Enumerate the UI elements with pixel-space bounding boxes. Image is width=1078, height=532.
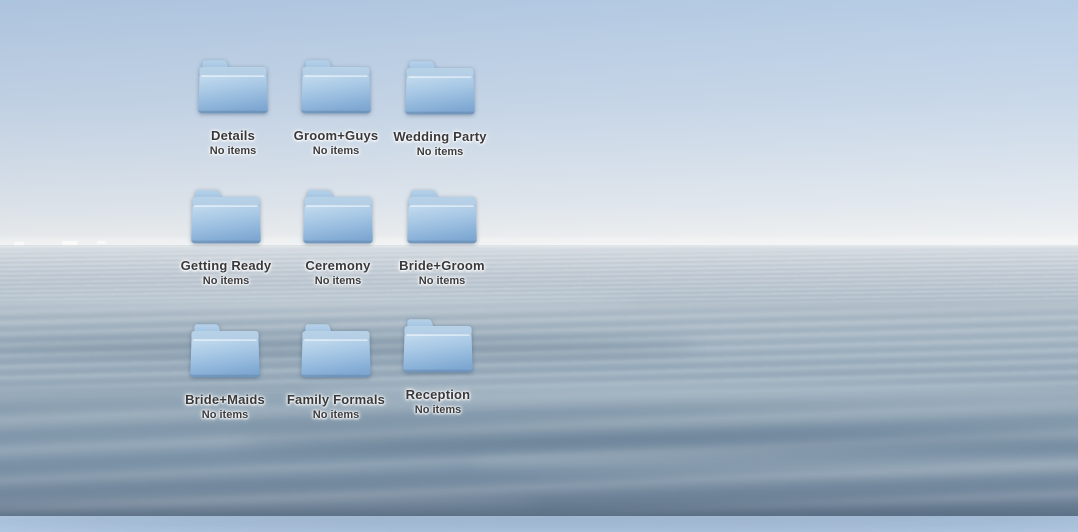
folder-item-count: No items (210, 145, 256, 158)
blue-folder-icon[interactable] (402, 59, 478, 117)
blue-folder-icon[interactable] (298, 322, 374, 380)
folder-item-wedding-party[interactable]: Wedding Party No items (385, 59, 495, 159)
blue-folder-icon[interactable] (187, 322, 263, 380)
blue-folder-icon[interactable] (195, 58, 271, 116)
blue-folder-icon[interactable] (400, 317, 476, 375)
folder-item-ceremony[interactable]: Ceremony No items (283, 188, 393, 288)
horizon-haze (0, 235, 1078, 245)
distant-ship-icon (97, 241, 106, 244)
folder-item-count: No items (313, 145, 359, 158)
folder-label: Getting Ready (181, 258, 272, 273)
blue-folder-icon[interactable] (298, 58, 374, 116)
folder-label: Reception (406, 387, 471, 402)
sky-gradient (0, 0, 1078, 246)
sea-wallpaper (0, 0, 1078, 516)
folder-item-count: No items (417, 146, 463, 159)
folder-item-bride-groom[interactable]: Bride+Groom No items (387, 188, 497, 288)
distant-ship-icon (14, 242, 24, 245)
folder-label: Groom+Guys (294, 128, 379, 143)
folder-item-reception[interactable]: Reception No items (383, 317, 493, 417)
blue-folder-icon[interactable] (188, 188, 264, 246)
folder-item-count: No items (419, 275, 465, 288)
folder-item-count: No items (203, 275, 249, 288)
folder-label: Family Formals (287, 392, 385, 407)
folder-label: Ceremony (305, 258, 370, 273)
folder-label: Bride+Maids (185, 392, 265, 407)
blue-folder-icon[interactable] (300, 188, 376, 246)
folder-item-count: No items (202, 409, 248, 422)
folder-item-count: No items (415, 404, 461, 417)
folder-label: Wedding Party (393, 129, 486, 144)
folder-item-count: No items (313, 409, 359, 422)
folder-item-bride-maids[interactable]: Bride+Maids No items (170, 322, 280, 422)
folder-item-groom-guys[interactable]: Groom+Guys No items (281, 58, 391, 158)
water-shadow (0, 506, 1078, 532)
blue-folder-icon[interactable] (404, 188, 480, 246)
folder-item-details[interactable]: Details No items (178, 58, 288, 158)
folder-item-getting-ready[interactable]: Getting Ready No items (171, 188, 281, 288)
folder-label: Details (211, 128, 255, 143)
folder-item-family-formals[interactable]: Family Formals No items (281, 322, 391, 422)
folder-label: Bride+Groom (399, 258, 485, 273)
distant-ship-icon (62, 241, 78, 245)
folder-item-count: No items (315, 275, 361, 288)
